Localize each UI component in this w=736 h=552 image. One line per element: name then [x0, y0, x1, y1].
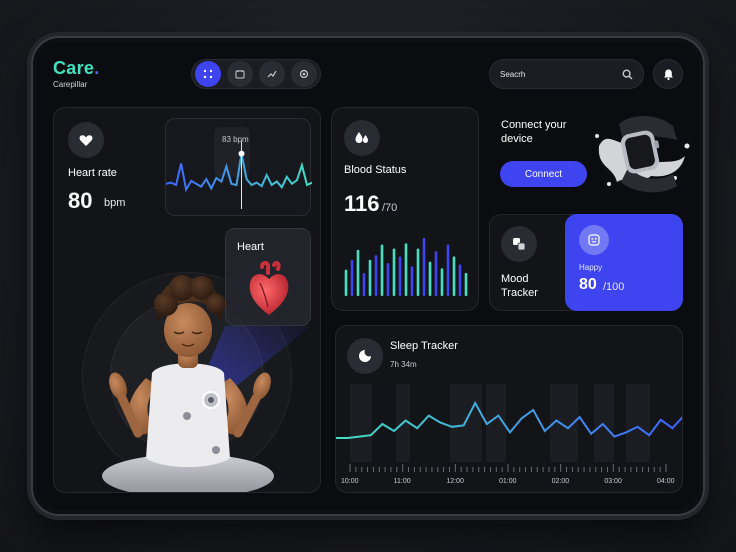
sleep-time-label: 01:00 — [499, 478, 517, 485]
blood-bar — [386, 263, 390, 296]
blood-bar — [362, 272, 366, 296]
calendar-icon — [235, 70, 245, 79]
sleep-time-label: 03:00 — [604, 478, 622, 485]
mood-value: 80 — [579, 276, 597, 293]
sleep-tracker-card: Sleep Tracker 7h 34m 10:00 11:00 12:00 01:0… — [335, 325, 683, 493]
sleep-time-label: 04:00 — [657, 478, 675, 485]
nav-calendar-button[interactable] — [227, 61, 253, 87]
blood-bar — [368, 259, 372, 296]
blood-bar — [380, 244, 384, 296]
blood-bar — [374, 255, 378, 296]
connect-title: Connect your device — [501, 119, 567, 145]
smile-icon — [588, 234, 600, 246]
blood-bar — [392, 248, 396, 296]
blood-bar — [350, 259, 354, 296]
blood-bar — [464, 272, 468, 296]
notification-button[interactable] — [653, 59, 683, 89]
blood-status-card: Blood Status 116 /70 — [331, 107, 479, 311]
blood-bar — [404, 243, 408, 296]
anatomical-heart-icon — [249, 261, 289, 315]
smartwatch-image — [595, 115, 690, 193]
connect-button[interactable]: Connect — [500, 161, 587, 187]
blood-bar — [452, 256, 456, 296]
nav-grid-button[interactable] — [195, 61, 221, 87]
mood-denominator: /100 — [603, 281, 625, 293]
sleep-stage-band — [594, 384, 614, 462]
sleep-chart — [336, 384, 682, 472]
search-bar[interactable] — [489, 59, 644, 89]
blood-bar — [410, 266, 414, 296]
blood-bar — [440, 268, 444, 296]
mood-tracker-label: Mood Tracker — [501, 273, 538, 299]
app-name: Care — [53, 58, 95, 78]
dashboard-screen: Care. Carepillar Seacrh Heart rate 80 bp… — [37, 42, 699, 510]
happy-mood-card[interactable]: Happy 80 /100 — [565, 214, 683, 311]
heart-panel[interactable]: Heart — [225, 228, 311, 326]
bell-icon — [663, 69, 673, 80]
blood-bar — [422, 237, 426, 296]
search-input[interactable] — [500, 69, 610, 79]
settings-icon — [299, 69, 309, 79]
mood-faces-icon — [513, 238, 526, 251]
app-subtitle: Carepillar — [53, 80, 88, 89]
grid-icon — [203, 69, 213, 79]
blood-bar — [356, 249, 360, 296]
heart-panel-label: Heart — [237, 241, 264, 253]
happy-icon-circle — [579, 225, 609, 255]
sleep-time-label: 10:00 — [341, 478, 359, 485]
nav-settings-button[interactable] — [291, 61, 317, 87]
nav-bar — [191, 59, 321, 89]
blood-bar — [458, 264, 462, 296]
chart-icon — [267, 70, 277, 78]
search-icon[interactable] — [622, 68, 633, 80]
blood-bar — [416, 248, 420, 296]
app-logo[interactable]: Care. Carepillar — [53, 58, 100, 89]
sleep-stage-band — [450, 384, 482, 462]
sleep-time-label: 02:00 — [551, 478, 570, 485]
blood-bar — [344, 269, 348, 296]
sleep-stage-band — [626, 384, 650, 462]
heart-rate-card: Heart rate 80 bpm 83 bpm Heart — [53, 107, 321, 493]
blood-bars-chart — [344, 237, 468, 296]
blood-bar — [428, 261, 432, 296]
mood-icon-circle — [501, 226, 537, 262]
blood-bar — [446, 244, 450, 296]
nav-chart-button[interactable] — [259, 61, 285, 87]
mood-state: Happy — [579, 263, 603, 272]
sleep-time-label: 12:00 — [446, 478, 464, 485]
sleep-stage-band — [350, 384, 372, 462]
blood-bar — [434, 251, 438, 296]
blood-bar — [398, 256, 402, 296]
sleep-time-label: 11:00 — [393, 478, 411, 485]
